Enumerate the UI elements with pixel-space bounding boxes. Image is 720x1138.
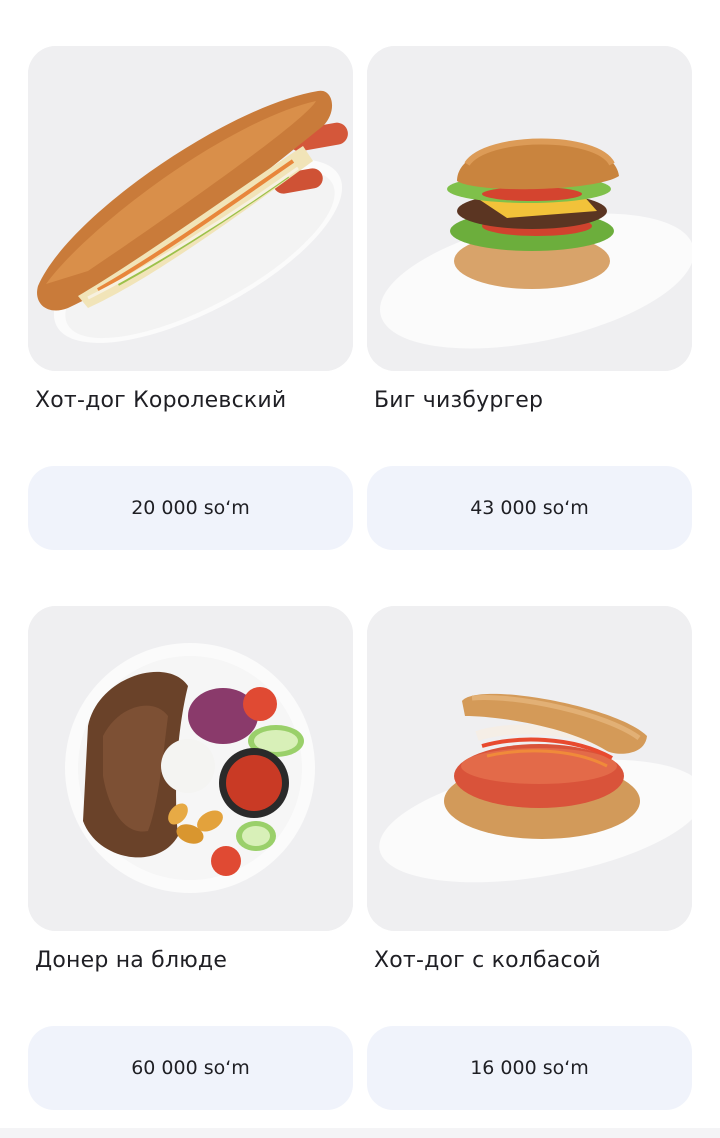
product-name: Хот-дог с колбасой [374, 948, 601, 973]
product-name: Хот-дог Королевский [35, 388, 287, 413]
product-card[interactable]: Хот-дог с колбасой 16 000 so‘m [367, 606, 692, 1110]
product-photo[interactable] [367, 606, 692, 931]
product-card[interactable]: Хот-дог Королевский 20 000 so‘m [28, 46, 353, 550]
hotdog-icon [28, 46, 353, 371]
price-button[interactable]: 16 000 so‘m [367, 1026, 692, 1110]
product-name: Донер на блюде [35, 948, 228, 973]
product-grid: Хот-дог Королевский 20 000 so‘m Биг чизб… [0, 0, 720, 1138]
product-photo[interactable] [28, 606, 353, 931]
doner-plate-icon [28, 606, 353, 931]
product-photo[interactable] [28, 46, 353, 371]
cheeseburger-icon [367, 46, 692, 371]
price-button[interactable]: 43 000 so‘m [367, 466, 692, 550]
product-photo[interactable] [367, 46, 692, 371]
product-name: Биг чизбургер [374, 388, 544, 413]
price-button[interactable]: 20 000 so‘m [28, 466, 353, 550]
sausage-burger-icon [367, 606, 692, 931]
bottom-edge [0, 1128, 720, 1138]
price-button[interactable]: 60 000 so‘m [28, 1026, 353, 1110]
product-card[interactable]: Биг чизбургер 43 000 so‘m [367, 46, 692, 550]
product-card[interactable]: Донер на блюде 60 000 so‘m [28, 606, 353, 1110]
